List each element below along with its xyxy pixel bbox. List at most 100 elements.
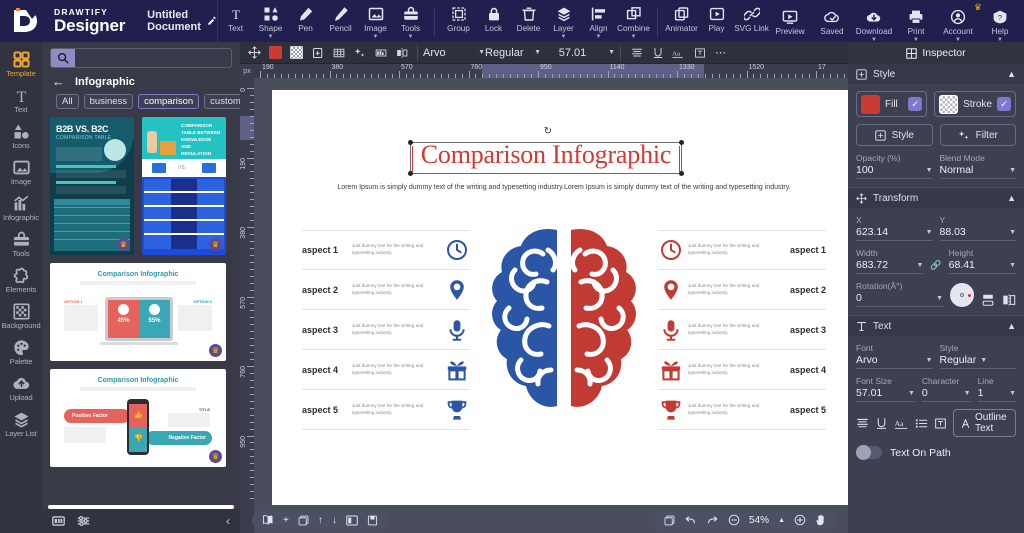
chevron-down-icon[interactable]: ▼ <box>980 357 987 364</box>
toolbar-item-download[interactable]: Download▼ <box>853 6 895 42</box>
toolbar-item-preview[interactable]: Preview <box>769 6 811 36</box>
chevron-down-icon[interactable]: ▼ <box>1009 390 1016 397</box>
toolbar-item-delete[interactable]: Delete <box>511 3 546 33</box>
add-page-icon[interactable]: + <box>283 515 289 526</box>
aspect-row[interactable]: Just dummy text for the writing and type… <box>658 390 826 430</box>
title-selection-box[interactable]: Comparison Infographic <box>410 142 682 174</box>
collapse-panel-icon[interactable]: ‹ <box>226 514 230 528</box>
template-thumb-b2b-vs-b2c[interactable]: B2B VS. B2C COMPARISON TABLE <box>50 117 134 255</box>
gradient-icon[interactable] <box>370 43 391 63</box>
sidebar-item-background[interactable]: Background <box>0 298 42 334</box>
font-field[interactable]: Font Arvo▼ <box>856 343 933 369</box>
zoom-dropdown-caret-icon[interactable]: ▲ <box>778 517 785 524</box>
chevron-down-icon[interactable]: ▼ <box>916 262 923 269</box>
move-up-icon[interactable]: ↑ <box>318 515 323 526</box>
sidebar-item-palette[interactable]: Palette <box>0 334 42 370</box>
move-down-icon[interactable]: ↓ <box>332 515 337 526</box>
layout-icon[interactable] <box>346 515 358 526</box>
outline-text-button[interactable]: Outline Text <box>953 409 1016 437</box>
stroke-control[interactable]: Stroke ✓ <box>934 91 1016 117</box>
stroke-checker-icon[interactable] <box>286 43 307 63</box>
sidebar-item-layer-list[interactable]: Layer List <box>0 406 42 442</box>
sidebar-item-upload[interactable]: Upload <box>0 370 42 406</box>
line-height-field[interactable]: Line 1▼ <box>978 376 1016 402</box>
hand-tool-icon[interactable] <box>815 514 826 526</box>
toolbar-item-pen[interactable]: Pen <box>288 3 323 33</box>
align-icon[interactable] <box>626 43 647 63</box>
aspect-row[interactable]: aspect 4Just dummy text for the writing … <box>302 350 470 390</box>
aspect-row[interactable]: aspect 5Just dummy text for the writing … <box>302 390 470 430</box>
aspect-row[interactable]: aspect 1Just dummy text for the writing … <box>302 230 470 270</box>
panel-view-icon[interactable] <box>52 515 65 527</box>
zoom-in-icon[interactable] <box>794 514 806 526</box>
filter-chip-all[interactable]: All <box>56 94 79 109</box>
underline-icon[interactable] <box>875 417 888 430</box>
aspect-row[interactable]: aspect 2Just dummy text for the writing … <box>302 270 470 310</box>
horizontal-ruler[interactable]: 19038057076095011401330152017 <box>254 64 848 78</box>
chevron-down-icon[interactable]: ▼ <box>1009 229 1016 236</box>
text-case-icon[interactable]: Aa <box>668 43 689 63</box>
style-button[interactable]: Style <box>856 124 933 146</box>
font-size-select[interactable]: 57.01 ▼ <box>541 47 615 59</box>
sidebar-item-tools[interactable]: Tools <box>0 226 42 262</box>
document-title[interactable]: Untitled Document <box>147 9 217 33</box>
move-icon[interactable] <box>244 43 265 63</box>
pages-icon[interactable] <box>262 514 274 526</box>
sidebar-item-icons[interactable]: Icons <box>0 118 42 154</box>
stroke-checkbox[interactable]: ✓ <box>997 97 1011 111</box>
mirror-icon[interactable] <box>391 43 412 63</box>
effects-icon[interactable] <box>349 43 370 63</box>
opacity-field[interactable]: Opacity (%) 100▼ <box>856 153 933 179</box>
redo-icon[interactable] <box>706 515 719 526</box>
sidebar-item-template[interactable]: Template <box>0 46 42 82</box>
chevron-down-icon[interactable]: ▼ <box>1009 262 1016 269</box>
font-family-select[interactable]: Arvo ▼ <box>423 47 485 59</box>
toolbar-item-animator[interactable]: Animator <box>664 3 699 33</box>
stroke-swatch[interactable] <box>939 95 958 114</box>
sidebar-item-infographic[interactable]: Infographic <box>0 190 42 226</box>
aspect-row[interactable]: aspect 3Just dummy text for the writing … <box>302 310 470 350</box>
blend-mode-field[interactable]: Blend Mode Normal▼ <box>940 153 1017 179</box>
sidebar-item-image[interactable]: Image <box>0 154 42 190</box>
y-field[interactable]: Y 88.03▼ <box>940 215 1017 241</box>
toolbar-item-shape[interactable]: Shape▼ <box>253 3 288 39</box>
sidebar-item-elements[interactable]: Elements <box>0 262 42 298</box>
toolbar-item-help[interactable]: ?Help▼ <box>979 6 1021 42</box>
textbox-icon[interactable] <box>934 417 947 430</box>
toolbar-item-tools[interactable]: Tools▼ <box>393 3 428 39</box>
design-page[interactable]: ↻ Comparison Infographic Lorem Ipsum <box>272 90 848 505</box>
text-section-header[interactable]: Text ▲ <box>848 316 1024 336</box>
chevron-down-icon[interactable]: ▼ <box>1009 167 1016 174</box>
text-align-icon[interactable] <box>856 417 869 430</box>
toolbar-item-pencil[interactable]: Pencil <box>323 3 358 33</box>
template-thumb-knowledge-regulation[interactable]: COMPARISON TABLE BETWEEN KNOWLEDGE AND R… <box>142 117 226 255</box>
flip-vertical-icon[interactable] <box>981 293 995 307</box>
save-page-icon[interactable] <box>367 515 378 526</box>
list-icon[interactable] <box>915 417 928 430</box>
rotate-handle-icon[interactable]: ↻ <box>544 126 552 137</box>
transform-section-header[interactable]: Transform ▲ <box>848 188 1024 208</box>
toolbar-item-lock[interactable]: Lock <box>476 3 511 33</box>
font-style-select[interactable]: Regular ▼ <box>485 47 541 59</box>
filter-chip-business[interactable]: business <box>84 94 134 109</box>
rotation-dial[interactable] <box>950 283 974 307</box>
vertical-ruler[interactable]: 0190380570760950 <box>240 78 254 533</box>
style-section-header[interactable]: Style ▲ <box>848 64 1024 84</box>
underline-icon[interactable] <box>647 43 668 63</box>
rotation-field[interactable]: Rotation(Â°) 0▼ <box>856 281 943 307</box>
text-on-path-toggle[interactable] <box>856 446 882 459</box>
toolbar-item-align[interactable]: Align▼ <box>581 3 616 39</box>
toolbar-item-account[interactable]: Account▼♛ <box>937 6 979 42</box>
more-options-icon[interactable]: ⋯ <box>710 43 731 63</box>
artboard-subtitle[interactable]: Lorem Ipsum is simply dummy text of the … <box>272 184 848 191</box>
fill-color-swatch[interactable] <box>265 43 286 63</box>
toolbar-item-play[interactable]: Play <box>699 3 734 33</box>
toolbar-item-svg-link[interactable]: SVG Link <box>734 3 769 33</box>
toolbar-item-combine[interactable]: Combine▼ <box>616 3 651 39</box>
x-field[interactable]: X 623.14▼ <box>856 215 933 241</box>
text-case-icon[interactable]: Aa <box>894 417 909 430</box>
duplicate-icon[interactable] <box>307 43 328 63</box>
filter-button[interactable]: Filter <box>940 124 1017 146</box>
sidebar-item-text[interactable]: TText <box>0 82 42 118</box>
zoom-out-icon[interactable] <box>728 514 740 526</box>
